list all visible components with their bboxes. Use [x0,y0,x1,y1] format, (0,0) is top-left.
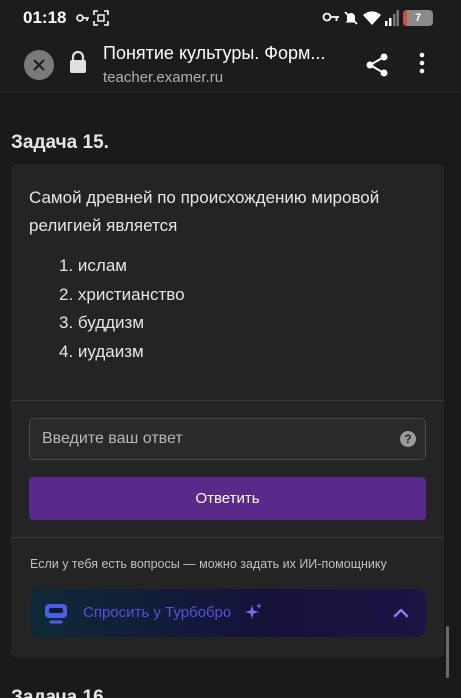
chevron-up-icon[interactable] [392,604,410,622]
answer-option: 1. ислам [59,256,127,275]
screenshot-icon [93,10,109,26]
divider [11,400,444,401]
task-card: Самой древней по происхождению мировой р… [11,164,444,658]
page-url[interactable]: teacher.examer.ru [103,69,223,86]
sparkle-icon [245,603,262,619]
ask-assistant-label: Спросить у Турбобро [83,604,232,621]
share-icon[interactable] [364,52,390,78]
lock-icon[interactable] [68,50,88,74]
page-title[interactable]: Понятие культуры. Форм... [103,43,353,64]
help-icon[interactable]: ? [400,431,416,447]
submit-answer-button[interactable]: Ответить [29,477,426,520]
task-title: Задача 15. [11,132,109,153]
question-text: Самой древней по происхождению мировой р… [29,188,380,235]
page-content: Задача 15. Самой древней по происхождени… [0,92,461,698]
ask-assistant-button[interactable]: Спросить у Турбобро [30,589,426,637]
close-tab-button[interactable] [24,50,54,80]
answer-input[interactable] [29,418,426,460]
next-task-title: Задача 16. [11,687,109,698]
robot-icon [45,604,67,624]
key-icon [76,14,89,22]
muted-icon [344,11,358,25]
scrollbar[interactable] [446,626,449,678]
browser-toolbar: Понятие культуры. Форм... teacher.examer… [0,36,461,92]
divider [11,537,444,538]
battery-icon: 7 [403,10,433,26]
battery-level: 7 [414,12,422,24]
wifi-icon [363,11,381,25]
close-icon [33,59,45,71]
battery-level-fill [403,10,407,26]
answer-option: 3. буддизм [59,313,145,332]
status-bar: 01:18 7 [0,0,461,36]
signal-icon [385,10,399,26]
answer-option: 4. иудаизм [59,341,144,361]
assistant-hint: Если у тебя есть вопросы — можно задать … [30,557,387,571]
status-time: 01:18 [23,8,67,27]
key-icon [322,12,339,22]
answer-options: 1. ислам 2. христианство 3. буддизм 4. и… [59,252,185,366]
more-vert-icon[interactable] [418,51,426,75]
answer-option: 2. христианство [59,284,185,304]
